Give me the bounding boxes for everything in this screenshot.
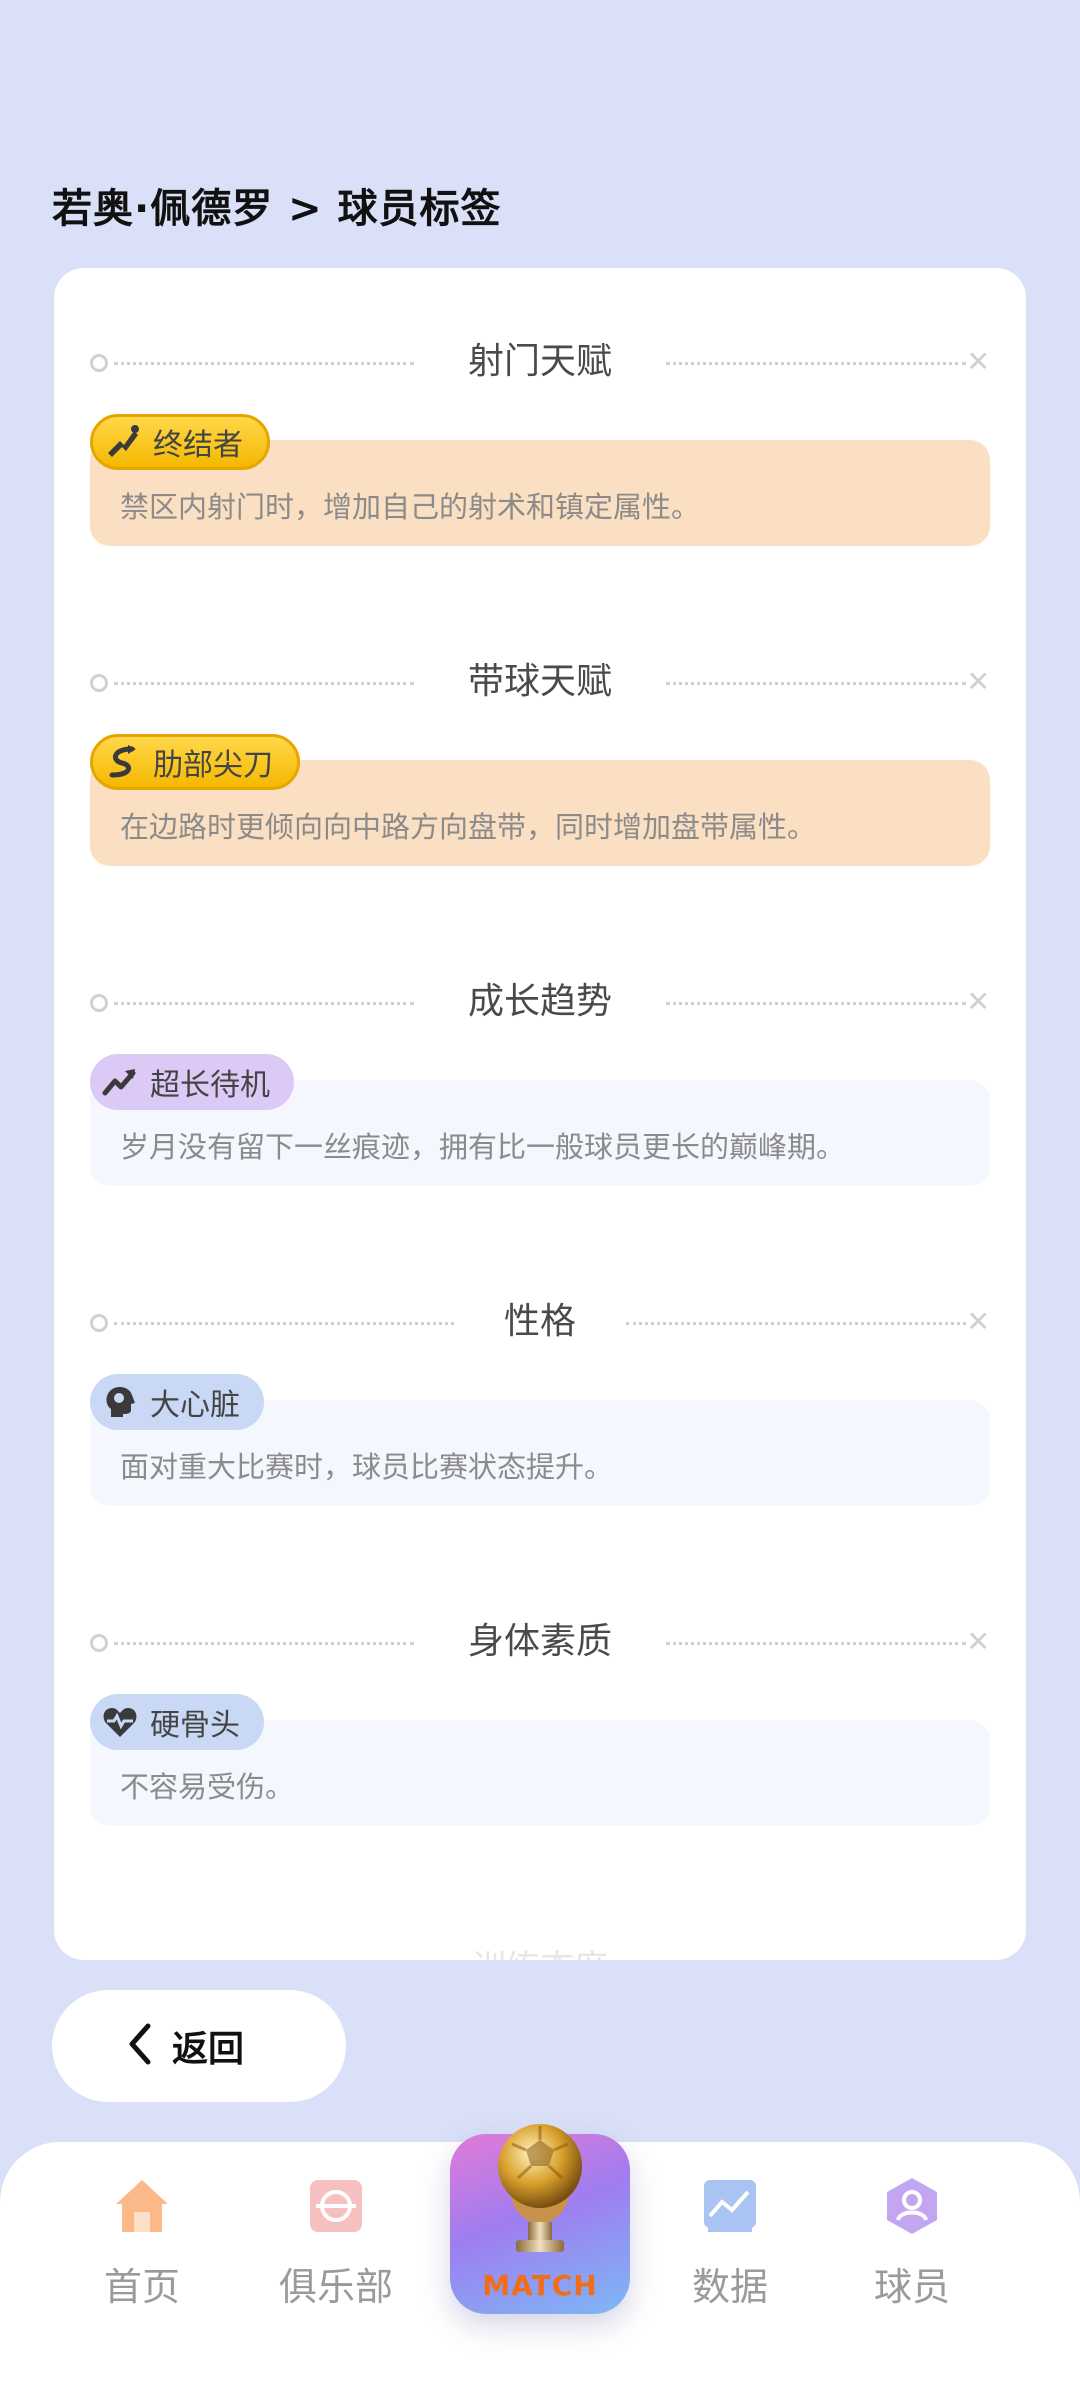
trophy-ball-icon <box>476 2116 604 2270</box>
tab-player[interactable]: 球员 <box>832 2174 992 2311</box>
divider-x-icon: ✕ <box>966 1625 990 1658</box>
section-personality: 性格 ✕ 面对重大比赛时，球员比赛状态提升。 大心脏 <box>90 1292 990 1506</box>
tag-description: 面对重大比赛时，球员比赛状态提升。 <box>120 1450 614 1484</box>
page-title: 若奥·佩德罗 > 球员标签 <box>52 186 502 232</box>
tag-badge-halfspace-blade[interactable]: 肋部尖刀 <box>90 734 300 790</box>
shooting-boot-icon <box>103 422 143 462</box>
section-growth: 成长趋势 ✕ 岁月没有留下一丝痕迹，拥有比一般球员更长的巅峰期。 超长待机 <box>90 972 990 1186</box>
divider-x-icon: ✕ <box>966 345 990 378</box>
tab-home[interactable]: 首页 <box>62 2174 222 2311</box>
trend-up-icon <box>100 1062 140 1102</box>
divider-x-icon: ✕ <box>966 985 990 1018</box>
section-header: 成长趋势 ✕ <box>90 972 990 1032</box>
heart-pulse-icon <box>100 1702 140 1742</box>
section-header: 带球天赋 ✕ <box>90 652 990 712</box>
back-button-label: 返回 <box>172 2029 245 2070</box>
tab-label: 首页 <box>103 2265 180 2309</box>
divider-dots <box>666 1642 966 1645</box>
tab-label: 数据 <box>691 2265 768 2309</box>
tab-label: 球员 <box>873 2265 950 2309</box>
tag-label: 超长待机 <box>150 1068 270 1103</box>
tag-label: 终结者 <box>153 428 243 463</box>
tab-label: 俱乐部 <box>278 2265 393 2309</box>
match-center-button[interactable]: MATCH <box>450 2124 630 2314</box>
tag-description: 禁区内射门时，增加自己的射术和镇定属性。 <box>120 490 701 524</box>
player-icon <box>880 2174 944 2238</box>
dribble-curve-icon <box>103 742 143 782</box>
head-brain-icon <box>100 1382 140 1422</box>
tag-badge-big-heart[interactable]: 大心脏 <box>90 1374 264 1430</box>
tag-label: 肋部尖刀 <box>153 748 273 783</box>
home-icon <box>110 2174 174 2238</box>
section-header: 身体素质 ✕ <box>90 1612 990 1672</box>
divider-dots <box>666 682 966 685</box>
section-shooting: 射门天赋 ✕ 禁区内射门时，增加自己的射术和镇定属性。 终结者 <box>90 332 990 546</box>
player-tags-card: 射门天赋 ✕ 禁区内射门时，增加自己的射术和镇定属性。 终结者 带球天赋 ✕ 在… <box>54 268 1026 1960</box>
tag-badge-tough-bones[interactable]: 硬骨头 <box>90 1694 264 1750</box>
tag-label: 硬骨头 <box>150 1708 240 1743</box>
divider-dots <box>666 362 966 365</box>
divider-dots <box>626 1322 966 1325</box>
tag-description: 在边路时更倾向向中路方向盘带，同时增加盘带属性。 <box>120 810 817 844</box>
match-label: MATCH <box>482 2269 598 2302</box>
back-button[interactable]: 返回 <box>52 1990 346 2102</box>
tag-badge-longevity[interactable]: 超长待机 <box>90 1054 294 1110</box>
chart-icon <box>698 2174 762 2238</box>
section-header: 性格 ✕ <box>90 1292 990 1352</box>
divider-x-icon: ✕ <box>966 1305 990 1338</box>
section-header: 射门天赋 ✕ <box>90 332 990 392</box>
tag-description: 岁月没有留下一丝痕迹，拥有比一般球员更长的巅峰期。 <box>120 1130 846 1164</box>
next-section-hint: 训练态度 <box>54 1940 1026 1960</box>
tag-badge-finisher[interactable]: 终结者 <box>90 414 270 470</box>
divider-dots <box>666 1002 966 1005</box>
club-icon <box>304 2174 368 2238</box>
chevron-left-icon <box>124 2022 154 2070</box>
section-physical: 身体素质 ✕ 不容易受伤。 硬骨头 <box>90 1612 990 1826</box>
section-dribbling: 带球天赋 ✕ 在边路时更倾向向中路方向盘带，同时增加盘带属性。 肋部尖刀 <box>90 652 990 866</box>
tag-description: 不容易受伤。 <box>120 1770 295 1804</box>
tab-club[interactable]: 俱乐部 <box>256 2174 416 2311</box>
tab-data[interactable]: 数据 <box>650 2174 810 2311</box>
divider-x-icon: ✕ <box>966 665 990 698</box>
tag-label: 大心脏 <box>150 1388 240 1423</box>
